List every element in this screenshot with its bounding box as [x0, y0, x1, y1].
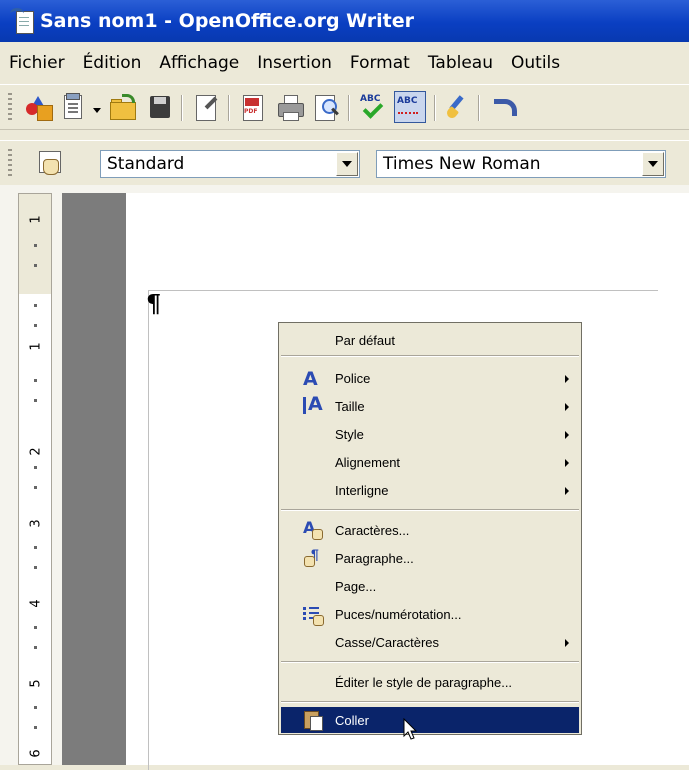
menu-item-label: Page... [335, 579, 377, 594]
paragraph-style-value: Standard [107, 154, 185, 174]
menu-format[interactable]: Format [341, 53, 419, 73]
menu-insertion[interactable]: Insertion [248, 53, 341, 73]
font-size-icon: A [303, 393, 323, 416]
formatting-toolbar: Standard Times New Roman [0, 140, 689, 186]
window-title: Sans nom1 - OpenOffice.org Writer [40, 10, 415, 32]
menu-item-label: Paragraphe... [335, 551, 414, 566]
paste-icon [303, 710, 323, 731]
text-boundary [148, 290, 149, 770]
menu-item-taille[interactable]: A Taille [281, 393, 579, 419]
menu-item-label: Puces/numérotation... [335, 607, 462, 622]
ruler-number: 4 [28, 599, 44, 608]
vertical-ruler[interactable]: 1 1 2 3 4 5 6 [18, 193, 52, 765]
ruler-number: 1 [28, 342, 44, 351]
menu-item-alignement[interactable]: Alignement [281, 449, 579, 475]
menu-item-caracteres[interactable]: A Caractères... [281, 517, 579, 543]
menu-item-label: Par défaut [335, 333, 395, 348]
open-icon[interactable] [108, 93, 136, 121]
bullets-icon [303, 604, 324, 626]
toolbar-grip[interactable] [8, 149, 12, 177]
menu-item-page[interactable]: Page... [281, 573, 579, 599]
menu-item-label: Style [335, 427, 364, 442]
paragraph-icon: ¶ [303, 546, 323, 568]
export-pdf-icon[interactable]: PDF [238, 93, 266, 121]
standard-toolbar: PDF ABC ABC [0, 84, 689, 130]
menu-item-label: Alignement [335, 455, 401, 470]
menu-item-label: Interligne [335, 483, 389, 498]
toolbar-separator [348, 95, 350, 121]
toolbar-separator [434, 95, 436, 121]
chevron-down-icon[interactable] [642, 152, 664, 176]
format-paintbrush-icon[interactable] [444, 93, 472, 121]
autospellcheck-icon[interactable]: ABC [394, 91, 426, 123]
submenu-arrow-icon [565, 487, 569, 495]
font-name-combo[interactable]: Times New Roman [376, 150, 666, 178]
context-menu: Par défaut A Police A Taille Style Align… [278, 322, 582, 735]
toolbar-separator [478, 95, 480, 121]
submenu-arrow-icon [565, 639, 569, 647]
submenu-arrow-icon [565, 459, 569, 467]
toolbar-separator [181, 95, 183, 121]
menu-item-par-defaut[interactable]: Par défaut [281, 327, 579, 353]
font-icon: A [303, 368, 318, 390]
ruler-number: 1 [28, 215, 44, 224]
templates-icon[interactable] [60, 93, 88, 121]
menu-item-label: Caractères... [335, 523, 410, 538]
menu-fichier[interactable]: Fichier [0, 53, 74, 73]
chevron-down-icon[interactable] [336, 152, 358, 176]
ruler-number: 6 [28, 749, 44, 758]
pdf-label: PDF [244, 108, 258, 115]
menu-outils[interactable]: Outils [502, 53, 569, 73]
menu-separator [281, 355, 579, 357]
menu-item-police[interactable]: A Police [281, 365, 579, 391]
menu-item-interligne[interactable]: Interligne [281, 477, 579, 503]
page-preview-icon[interactable] [312, 93, 340, 121]
stylist-icon[interactable] [36, 149, 64, 177]
menu-affichage[interactable]: Affichage [150, 53, 248, 73]
submenu-arrow-icon [565, 403, 569, 411]
menu-item-label: Taille [335, 399, 365, 414]
menu-item-label: Coller [335, 713, 369, 728]
menu-item-casse[interactable]: Casse/Caractères [281, 629, 579, 655]
ruler-number: 2 [28, 447, 44, 456]
menu-tableau[interactable]: Tableau [419, 53, 502, 73]
save-icon[interactable] [146, 93, 174, 121]
menu-item-editer-style[interactable]: Éditer le style de paragraphe... [281, 669, 579, 695]
menu-separator [281, 661, 579, 663]
print-icon[interactable] [276, 93, 304, 121]
menu-item-label: Police [335, 371, 371, 386]
page-margin-band [62, 193, 126, 765]
menu-item-coller[interactable]: Coller [281, 707, 579, 733]
text-boundary [148, 290, 658, 291]
writer-doc-icon[interactable] [8, 7, 36, 35]
toolbar-grip[interactable] [8, 93, 12, 121]
autospell-label: ABC [397, 96, 418, 106]
menu-separator [281, 701, 579, 703]
menu-item-style[interactable]: Style [281, 421, 579, 447]
paragraph-style-combo[interactable]: Standard [100, 150, 360, 178]
edit-file-icon[interactable] [192, 93, 220, 121]
undo-icon[interactable] [488, 93, 517, 121]
title-bar: Sans nom1 - OpenOffice.org Writer [0, 0, 689, 42]
paragraph-mark: ¶ [146, 289, 162, 318]
ruler-number: 3 [28, 519, 44, 528]
toolbar-separator [228, 95, 230, 121]
menu-item-label: Éditer le style de paragraphe... [335, 675, 513, 690]
menu-bar: Fichier Édition Affichage Insertion Form… [0, 42, 689, 84]
ruler-number: 5 [28, 679, 44, 688]
submenu-arrow-icon [565, 375, 569, 383]
menu-item-label: Casse/Caractères [335, 635, 440, 650]
menu-edition[interactable]: Édition [74, 53, 151, 73]
menu-item-puces[interactable]: Puces/numérotation... [281, 601, 579, 627]
character-icon: A [303, 518, 323, 540]
menu-item-paragraphe[interactable]: ¶ Paragraphe... [281, 545, 579, 571]
submenu-arrow-icon [565, 431, 569, 439]
new-dropdown-arrow[interactable] [93, 108, 101, 113]
menu-separator [281, 509, 579, 511]
new-document-icon[interactable] [24, 93, 53, 121]
spellcheck-icon[interactable]: ABC [358, 93, 386, 121]
font-name-value: Times New Roman [383, 154, 541, 174]
